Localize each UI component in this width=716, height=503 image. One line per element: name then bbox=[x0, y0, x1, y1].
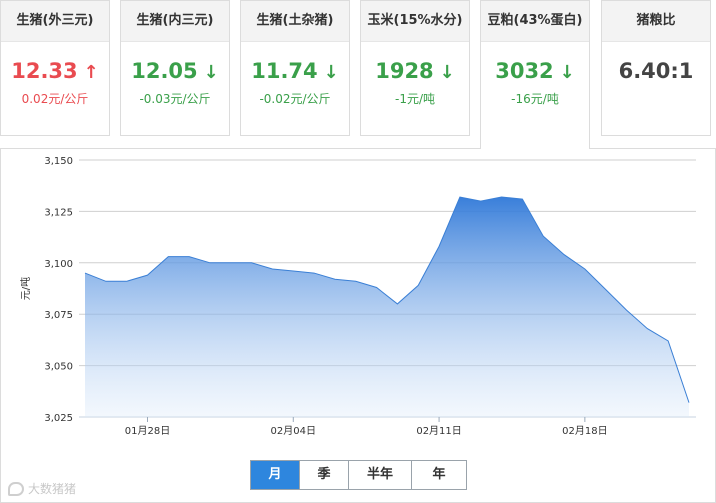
card-title: 猪粮比 bbox=[602, 1, 710, 42]
watermark-logo-icon bbox=[8, 481, 24, 496]
tab-2[interactable]: 半年 bbox=[348, 461, 411, 489]
card-price-row: 12.05 ↓ bbox=[121, 56, 229, 86]
chart-panel: 3,025 3,050 3,075 3,100 3,125 3,150 元/吨 01月28日 0… bbox=[0, 148, 716, 503]
card-price: 12.33 bbox=[11, 59, 78, 83]
price-card-5[interactable]: 猪粮比 6.40:1 bbox=[601, 0, 711, 136]
y-tick-label: 3,125 bbox=[44, 207, 73, 218]
y-tick-label: 3,025 bbox=[44, 413, 73, 424]
card-price: 11.74 bbox=[251, 59, 318, 83]
y-axis-label: 元/吨 bbox=[19, 277, 32, 300]
card-title: 生猪(土杂猪) bbox=[241, 1, 349, 42]
price-card-2[interactable]: 生猪(土杂猪) 11.74 ↓ -0.02元/公斤 bbox=[240, 0, 350, 136]
arrow-up-icon: ↑ bbox=[83, 62, 99, 83]
card-title: 生猪(内三元) bbox=[121, 1, 229, 42]
card-price-row: 1928 ↓ bbox=[361, 56, 469, 86]
watermark: 大数猪猪 bbox=[8, 480, 76, 497]
price-card-3[interactable]: 玉米(15%水分) 1928 ↓ -1元/吨 bbox=[360, 0, 470, 136]
y-tick-label: 3,150 bbox=[44, 156, 73, 167]
x-tick-label: 01月28日 bbox=[125, 425, 170, 437]
card-price-row: 12.33 ↑ bbox=[1, 56, 109, 86]
y-tick-label: 3,050 bbox=[44, 362, 73, 373]
price-card-4[interactable]: 豆粕(43%蛋白) 3032 ↓ -16元/吨 bbox=[480, 0, 590, 149]
card-change: -16元/吨 bbox=[511, 92, 559, 106]
area-fill bbox=[85, 197, 689, 417]
x-tick-label: 02月11日 bbox=[416, 425, 461, 437]
card-change: -0.03元/公斤 bbox=[139, 92, 211, 106]
x-tick-label: 02月18日 bbox=[562, 425, 607, 437]
card-title: 豆粕(43%蛋白) bbox=[481, 1, 589, 42]
y-tick-label: 3,100 bbox=[44, 259, 73, 270]
card-change: -0.02元/公斤 bbox=[259, 92, 331, 106]
arrow-down-icon: ↓ bbox=[203, 62, 219, 83]
arrow-down-icon: ↓ bbox=[559, 62, 575, 83]
price-chart: 3,025 3,050 3,075 3,100 3,125 3,150 元/吨 01月28日 0… bbox=[19, 156, 696, 437]
card-price: 6.40:1 bbox=[618, 59, 694, 83]
card-price-row: 11.74 ↓ bbox=[241, 56, 349, 86]
arrow-down-icon: ↓ bbox=[439, 62, 455, 83]
card-change: 0.02元/公斤 bbox=[21, 92, 89, 106]
card-price: 1928 bbox=[375, 59, 434, 83]
y-tick-label: 3,075 bbox=[44, 310, 73, 321]
card-price: 3032 bbox=[495, 59, 554, 83]
card-title: 生猪(外三元) bbox=[1, 1, 109, 42]
price-cards: 生猪(外三元) 12.33 ↑ 0.02元/公斤 生猪(内三元) 12.05 ↓ -0.03元… bbox=[0, 0, 716, 149]
card-title: 玉米(15%水分) bbox=[361, 1, 469, 42]
price-card-0[interactable]: 生猪(外三元) 12.33 ↑ 0.02元/公斤 bbox=[0, 0, 110, 136]
card-change: -1元/吨 bbox=[394, 92, 435, 106]
arrow-down-icon: ↓ bbox=[323, 62, 339, 83]
card-price-row: 3032 ↓ bbox=[481, 56, 589, 86]
card-price: 12.05 bbox=[131, 59, 198, 83]
x-tick-label: 02月04日 bbox=[271, 425, 316, 437]
tab-0[interactable]: 月 bbox=[251, 461, 299, 489]
card-price-row: 6.40:1 bbox=[602, 56, 710, 86]
period-tabs: 月季半年年 bbox=[250, 460, 467, 490]
tab-3[interactable]: 年 bbox=[411, 461, 466, 489]
tab-1[interactable]: 季 bbox=[299, 461, 348, 489]
price-card-1[interactable]: 生猪(内三元) 12.05 ↓ -0.03元/公斤 bbox=[120, 0, 230, 136]
watermark-text: 大数猪猪 bbox=[28, 482, 77, 496]
